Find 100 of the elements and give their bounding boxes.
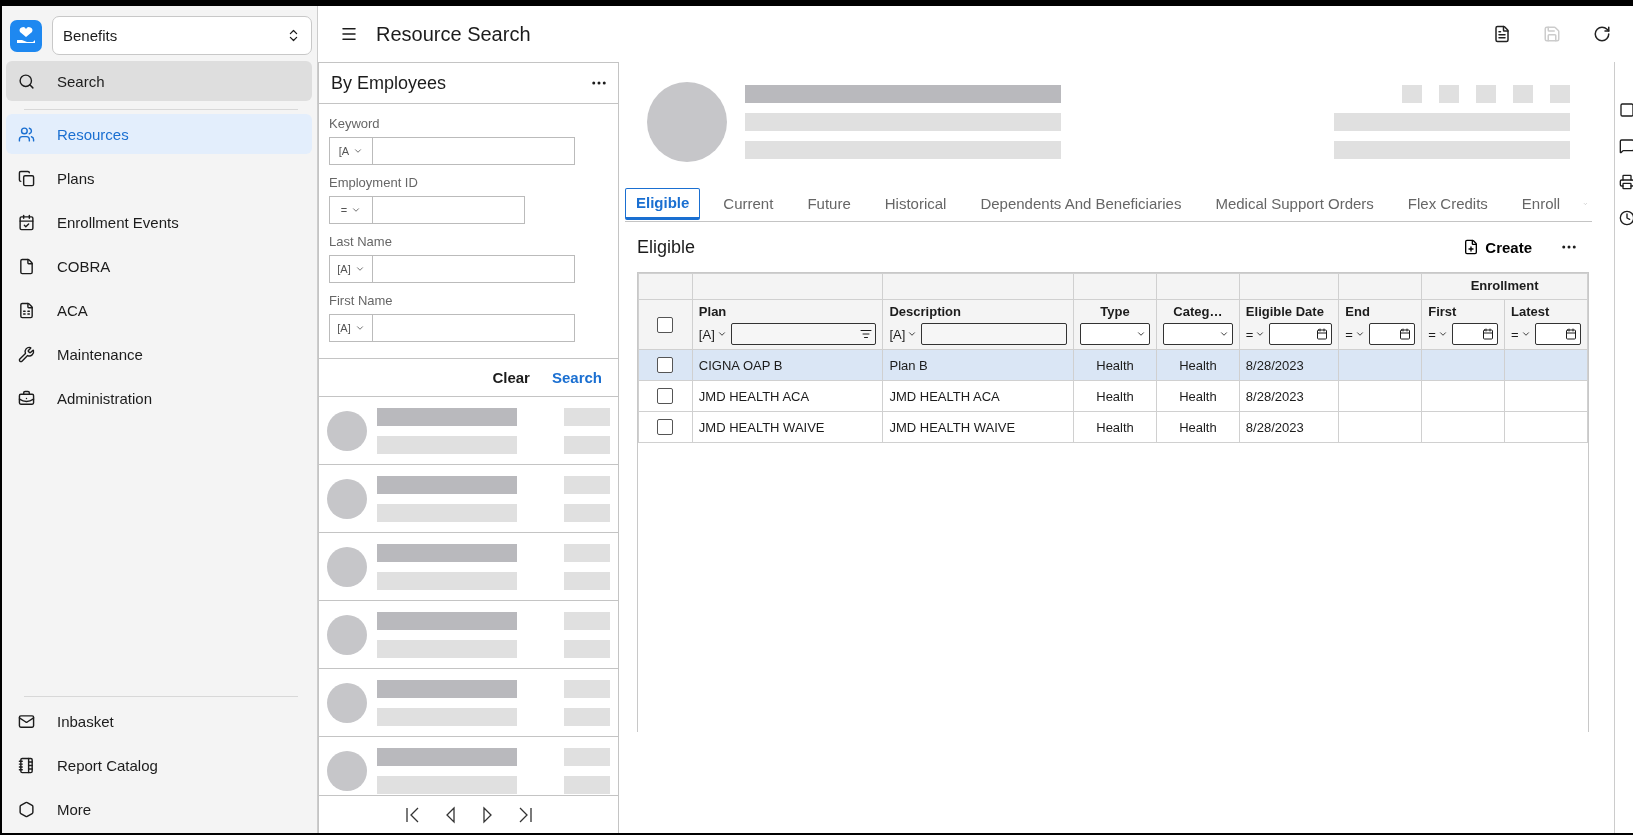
- filter-field[interactable]: [730, 323, 877, 345]
- column-header[interactable]: Categ…: [1173, 304, 1223, 319]
- search-button[interactable]: Search: [551, 369, 602, 386]
- select-all-checkbox[interactable]: [657, 316, 674, 333]
- comment-icon[interactable]: [1619, 138, 1633, 154]
- calendar-icon: [1399, 328, 1412, 340]
- row-checkbox[interactable]: [657, 419, 674, 435]
- table-cell: JMD HEALTH ACA: [698, 388, 810, 404]
- filter-dropdown[interactable]: [1080, 323, 1150, 345]
- tab[interactable]: Flex Credits: [1396, 187, 1499, 220]
- column-group-header: Enrollment: [1421, 273, 1588, 300]
- clear-button[interactable]: Clear: [492, 369, 530, 386]
- field-label: First Name: [329, 293, 394, 308]
- row-checkbox[interactable]: [657, 388, 674, 404]
- date-field[interactable]: [1451, 323, 1499, 345]
- tab[interactable]: Medical Support Orders: [1204, 187, 1385, 220]
- page-title: Resource Search: [376, 22, 532, 46]
- table-cell: CIGNA OAP B: [698, 357, 783, 373]
- input-field[interactable]: [373, 196, 525, 224]
- wrench-icon: [18, 345, 35, 363]
- nav-item[interactable]: Resources: [6, 114, 312, 154]
- tab[interactable]: Future: [796, 187, 862, 220]
- search-nav-item[interactable]: Search: [6, 61, 312, 101]
- operator-dropdown[interactable]: [A]: [698, 326, 727, 342]
- nav-item[interactable]: COBRA: [6, 246, 312, 286]
- stacked-pages-icon: [18, 169, 35, 187]
- module-selector[interactable]: Benefits: [52, 16, 312, 55]
- users-icon: [18, 125, 35, 143]
- input-field[interactable]: [373, 314, 575, 342]
- field-label: Employment ID: [329, 175, 419, 190]
- table-cell: 8/28/2023: [1245, 388, 1304, 404]
- nav-item[interactable]: More: [6, 789, 312, 829]
- table-cell: 8/28/2023: [1245, 419, 1304, 435]
- printer-icon[interactable]: [1619, 174, 1633, 190]
- column-header[interactable]: End: [1345, 304, 1370, 319]
- date-field[interactable]: [1368, 323, 1416, 345]
- column-header[interactable]: Latest: [1511, 304, 1550, 319]
- operator-dropdown[interactable]: [A]: [889, 326, 918, 342]
- calendar-icon: [18, 213, 35, 231]
- caret-icon: [1354, 329, 1365, 339]
- column-header[interactable]: Plan: [698, 304, 727, 319]
- operator-dropdown[interactable]: =: [1428, 326, 1448, 342]
- operator-dropdown[interactable]: [A]: [329, 255, 373, 283]
- date-field[interactable]: [1269, 323, 1333, 345]
- table-cell: 8/28/2023: [1245, 357, 1304, 373]
- tab[interactable]: Dependents And Beneficiaries: [969, 187, 1193, 220]
- nav-item[interactable]: Enrollment Events: [6, 202, 312, 242]
- operator-dropdown[interactable]: =: [1511, 326, 1531, 342]
- nav-item[interactable]: Maintenance: [6, 334, 312, 374]
- input-field[interactable]: [373, 137, 575, 165]
- filter-field[interactable]: [921, 323, 1068, 345]
- caret-icon: [1520, 329, 1531, 339]
- table-cell: Health: [1179, 388, 1217, 404]
- nav-item[interactable]: Administration: [6, 378, 312, 418]
- nav-item[interactable]: Report Catalog: [6, 745, 312, 785]
- nav-item[interactable]: Plans: [6, 158, 312, 198]
- column-header[interactable]: Description: [889, 304, 961, 319]
- nav-item[interactable]: Inbasket: [6, 701, 312, 741]
- briefcase-icon: [18, 389, 35, 407]
- operator-dropdown[interactable]: =: [329, 196, 373, 224]
- operator-dropdown[interactable]: =: [1345, 326, 1365, 342]
- column-header[interactable]: First: [1428, 304, 1457, 319]
- clock-icon[interactable]: [1619, 210, 1633, 226]
- nav-item[interactable]: ACA: [6, 290, 312, 330]
- table-cell: Health: [1096, 388, 1134, 404]
- date-field[interactable]: [1534, 323, 1581, 345]
- row-checkbox[interactable]: [657, 357, 674, 373]
- tab[interactable]: Eligible: [625, 187, 701, 220]
- caret-icon: [1255, 329, 1266, 339]
- table-cell: Health: [1096, 419, 1134, 435]
- new-file-icon: [1463, 239, 1480, 255]
- pdf-file-icon[interactable]: [1493, 25, 1511, 43]
- table-cell: Health: [1179, 419, 1217, 435]
- filter-dropdown[interactable]: [1163, 323, 1233, 345]
- table-cell: Health: [1096, 357, 1134, 373]
- field-label: Last Name: [329, 234, 393, 249]
- operator-dropdown[interactable]: [A]: [329, 314, 373, 342]
- tab[interactable]: Current: [712, 187, 785, 220]
- operator-dropdown[interactable]: =: [1245, 326, 1266, 342]
- caret-icon: [1437, 329, 1448, 339]
- input-field[interactable]: [373, 255, 575, 283]
- column-header[interactable]: Type: [1100, 304, 1130, 319]
- caret-icon: [353, 146, 364, 156]
- notebook-icon: [18, 756, 35, 774]
- tab[interactable]: Historical: [873, 187, 958, 220]
- column-header[interactable]: Eligible Date: [1245, 304, 1324, 319]
- spreadsheet-icon: [18, 301, 35, 319]
- table-cell: JMD HEALTH WAIVE: [889, 419, 1016, 435]
- caret-icon: [907, 329, 918, 339]
- operator-dropdown[interactable]: [A: [329, 137, 373, 165]
- caret-icon: [716, 329, 727, 339]
- refresh-icon[interactable]: [1593, 25, 1611, 43]
- menu-icon[interactable]: [340, 25, 358, 43]
- document-icon: [18, 257, 35, 275]
- caret-icon: [354, 323, 365, 333]
- tab[interactable]: Enroll: [1510, 187, 1572, 220]
- table-cell: JMD HEALTH WAIVE: [698, 419, 825, 435]
- create-button[interactable]: Create: [1457, 237, 1538, 257]
- section-title: Eligible: [637, 236, 696, 258]
- calendar-icon: [1565, 328, 1577, 340]
